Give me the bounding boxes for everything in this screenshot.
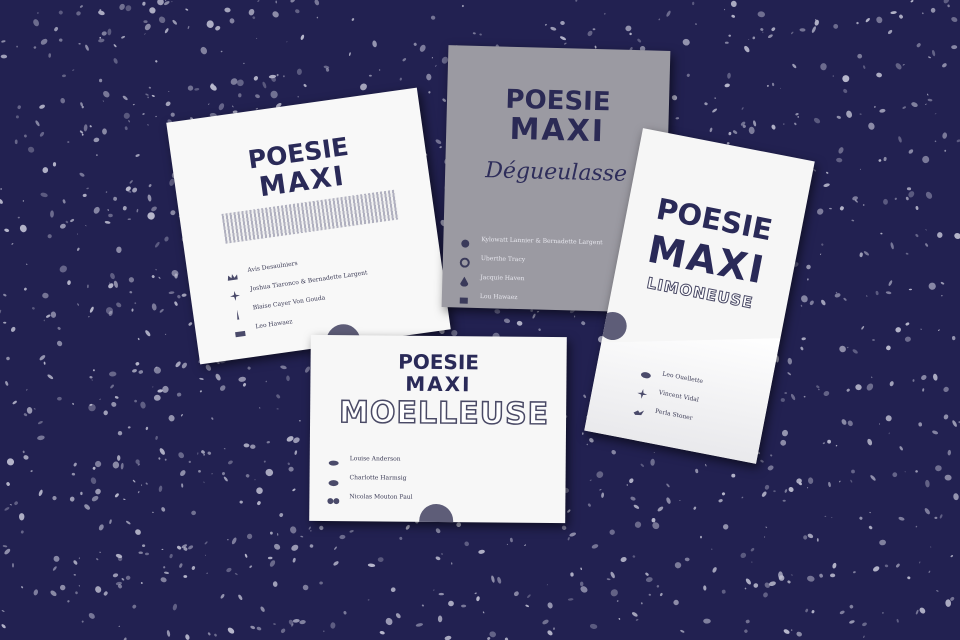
author-name: Nicolas Mouton Paul <box>349 492 413 501</box>
card-title-maxi: MAXI <box>405 371 472 397</box>
author-name: Blaise Cayer Von Gouda <box>252 293 326 312</box>
author-row: Vincent Vidal <box>636 383 700 405</box>
gear-icon <box>459 252 471 268</box>
drop-icon <box>458 271 470 287</box>
leaf-icon <box>640 364 654 379</box>
star-icon <box>636 383 650 399</box>
author-name: Lou Hawaez <box>479 292 518 301</box>
author-name: Louise Anderson <box>349 454 401 463</box>
author-row: Lou Hawaez <box>458 290 602 304</box>
author-name: Avis Desaulniers <box>247 259 298 274</box>
box-icon <box>458 290 470 304</box>
author-name: Jacquie Haven <box>480 273 525 282</box>
lips-icon <box>328 453 340 466</box>
author-name: Charlotte Harmsig <box>349 473 407 482</box>
photo-scene: POESIE MAXI Avis Desaulniers Joshua Tiar… <box>0 0 960 640</box>
author-name: Leo Hawaez <box>254 317 293 330</box>
card-subtitle-outline: MOELLEUSE <box>338 394 550 432</box>
author-name: Uberthe Tracy <box>480 254 526 263</box>
author-row: Perla Stoner <box>633 402 697 424</box>
car-icon <box>233 323 246 338</box>
crown-icon <box>225 266 238 281</box>
author-name: Vincent Vidal <box>658 388 700 404</box>
circle-cutout <box>419 503 454 524</box>
poster-card-moelleuse: POESIE MAXI MOELLEUSE Louise Anderson Ch… <box>309 334 567 524</box>
bell-icon <box>459 233 471 248</box>
author-list: Kylowatt Lannier & Bernadette Largent Ub… <box>458 233 603 312</box>
author-row: Louise Anderson <box>328 453 413 466</box>
star-icon <box>228 285 241 301</box>
author-row: Charlotte Harmsig <box>328 472 413 487</box>
author-row: Kylowatt Lannier & Bernadette Largent <box>459 233 603 248</box>
author-name: Perla Stoner <box>654 407 694 422</box>
dots-icon <box>327 491 340 505</box>
author-name: Kylowatt Lannier & Bernadette Largent <box>481 235 603 246</box>
author-row: Uberthe Tracy <box>459 252 603 268</box>
card-title-poesie: POESIE <box>398 349 480 375</box>
bird-icon <box>633 402 647 416</box>
card-title-maxi: MAXI <box>509 111 606 150</box>
feather-icon <box>230 304 243 320</box>
author-row: Nicolas Mouton Paul <box>327 491 413 505</box>
cloud-icon <box>328 472 340 487</box>
author-list: Louise Anderson Charlotte Harmsig Nicola… <box>327 453 413 511</box>
poster-card-noisy: POESIE MAXI Avis Desaulniers Joshua Tiar… <box>166 87 451 365</box>
author-row: Jacquie Haven <box>458 271 602 287</box>
author-list: Leo Ouellette Vincent Vidal Perla Stoner <box>631 364 704 432</box>
